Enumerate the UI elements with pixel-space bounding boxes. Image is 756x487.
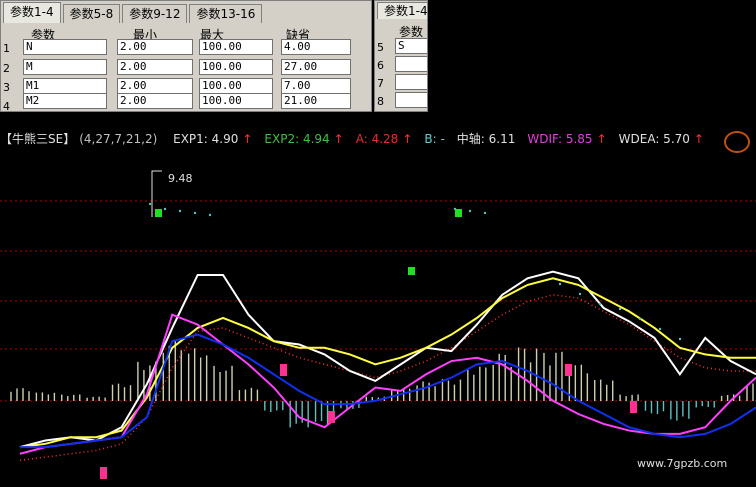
signal-dot: [598, 302, 602, 306]
indicator-chart[interactable]: 9.48: [0, 149, 756, 487]
parameter-dialog: 参数1-4 参数5-8 参数9-12 参数13-16 参数 最小 最大 缺省 1…: [0, 0, 372, 113]
signal-dot: [558, 282, 562, 286]
annotation-label: 9.48: [168, 172, 193, 185]
sell-marker: [565, 364, 572, 376]
param-name-field[interactable]: M1: [23, 78, 107, 94]
chart-top-area: [428, 0, 756, 112]
row-number: 6: [377, 59, 384, 72]
indicator-bar: 【牛熊三SE】 (4,27,7,21,2) EXP1: 4.90 ↑ EXP2: 4.…: [0, 129, 756, 149]
sell-marker: [630, 401, 637, 413]
param-max-field[interactable]: 100.00: [199, 78, 273, 94]
row-number: 5: [377, 41, 384, 54]
signal-dot: [578, 292, 582, 296]
param-name-field[interactable]: [395, 56, 427, 72]
signal-dot: [148, 202, 152, 206]
tab-params-13-16[interactable]: 参数13-16: [189, 4, 263, 23]
signal-dot: [163, 207, 167, 211]
signal-dot: [483, 211, 487, 215]
param-max-field[interactable]: 100.00: [199, 39, 273, 55]
param-name-field[interactable]: M: [23, 59, 107, 75]
signal-dot: [618, 307, 622, 311]
indicator-value: WDIF: 5.85: [527, 132, 593, 146]
up-arrow-icon: ↑: [596, 132, 607, 146]
sell-marker: [328, 411, 335, 423]
row-number: 1: [3, 42, 10, 55]
buy-marker: [155, 209, 162, 217]
indicator-value: 中轴: 6.11: [456, 132, 516, 146]
up-arrow-icon: ↑: [402, 132, 413, 146]
signal-dot: [468, 209, 472, 213]
param-max-field[interactable]: 100.00: [199, 93, 273, 109]
indicator-value: EXP1: 4.90: [173, 132, 239, 146]
up-arrow-icon: ↑: [693, 132, 704, 146]
sell-marker: [280, 364, 287, 376]
row-number: 8: [377, 95, 384, 108]
tab-params-1-4[interactable]: 参数1-4: [377, 2, 427, 19]
signal-dot: [678, 337, 682, 341]
param-min-field[interactable]: 2.00: [117, 59, 193, 75]
buy-marker: [408, 267, 415, 275]
series-line-red-dotted: [19, 294, 756, 462]
param-name-field[interactable]: [395, 74, 427, 90]
signal-dot: [193, 211, 197, 215]
up-arrow-icon: ↑: [242, 132, 253, 146]
param-default-field[interactable]: 4.00: [281, 39, 351, 55]
row-number: 7: [377, 77, 384, 90]
indicator-value: A: 4.28: [355, 132, 399, 146]
indicator-value: WDEA: 5.70: [618, 132, 690, 146]
tab-params-1-4[interactable]: 参数1-4: [3, 2, 61, 23]
param-min-field[interactable]: 2.00: [117, 78, 193, 94]
row-number: 3: [3, 81, 10, 94]
param-name-field[interactable]: S: [395, 38, 427, 54]
signal-dot: [178, 209, 182, 213]
sell-marker: [100, 467, 107, 479]
tab-params-9-12[interactable]: 参数9-12: [122, 4, 188, 23]
param-min-field[interactable]: 2.00: [117, 39, 193, 55]
series-line: [19, 313, 756, 455]
indicator-value: B: -: [424, 132, 445, 146]
indicator-name: 【牛熊三SE】: [0, 132, 76, 146]
signal-dot: [638, 317, 642, 321]
tab-params-5-8[interactable]: 参数5-8: [62, 4, 121, 23]
row-number: 2: [3, 62, 10, 75]
signal-dot: [208, 213, 212, 217]
watermark: www.7gpzb.com: [637, 457, 728, 470]
param-default-field[interactable]: 7.00: [281, 78, 351, 94]
indicator-params: (4,27,7,21,2): [79, 132, 158, 146]
buy-marker: [455, 209, 462, 217]
parameter-dialog-2: 参数1-4 参数 5 S 6 7 8: [374, 0, 428, 112]
param-name-field[interactable]: N: [23, 39, 107, 55]
param-max-field[interactable]: 100.00: [199, 59, 273, 75]
param-min-field[interactable]: 2.00: [117, 93, 193, 109]
param-default-field[interactable]: 21.00: [281, 93, 351, 109]
up-arrow-icon: ↑: [333, 132, 344, 146]
row-number: 4: [3, 100, 10, 113]
param-default-field[interactable]: 27.00: [281, 59, 351, 75]
param-tabs: 参数1-4 参数5-8 参数9-12 参数13-16: [3, 2, 264, 24]
indicator-value: EXP2: 4.94: [264, 132, 330, 146]
param-name-field[interactable]: [395, 92, 427, 108]
signal-dot: [658, 327, 662, 331]
param-name-field[interactable]: M2: [23, 93, 107, 109]
indicator-values: EXP1: 4.90 ↑ EXP2: 4.94 ↑ A: 4.28 ↑ B: - 中轴: 6.…: [165, 132, 708, 146]
